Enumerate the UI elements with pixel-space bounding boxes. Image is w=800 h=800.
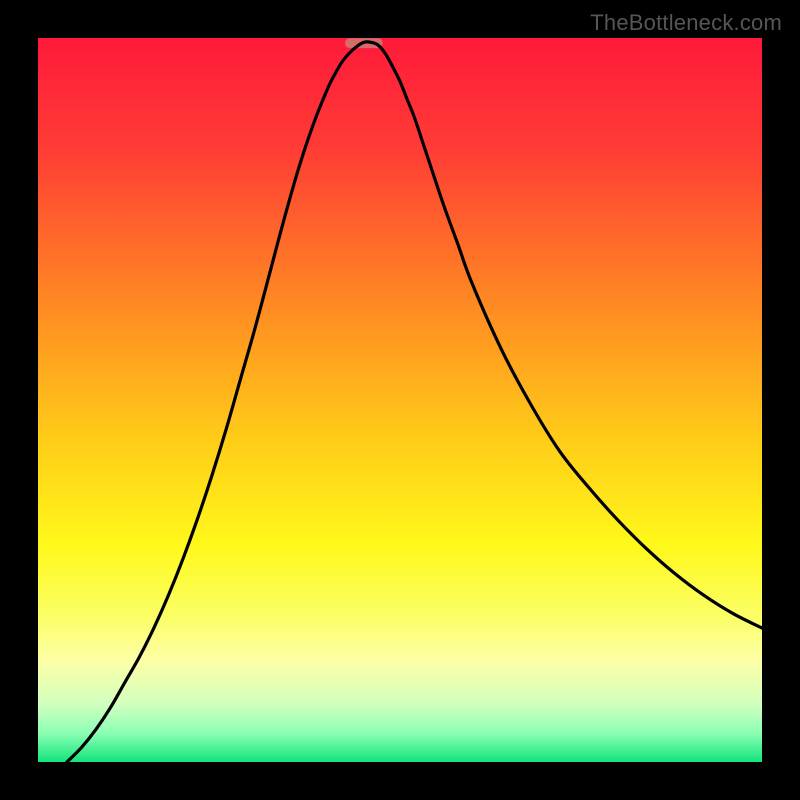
gradient-background	[38, 38, 762, 762]
chart-frame: TheBottleneck.com	[0, 0, 800, 800]
bottleneck-chart	[38, 38, 762, 762]
watermark-text: TheBottleneck.com	[590, 10, 782, 36]
plot-area	[38, 38, 762, 762]
